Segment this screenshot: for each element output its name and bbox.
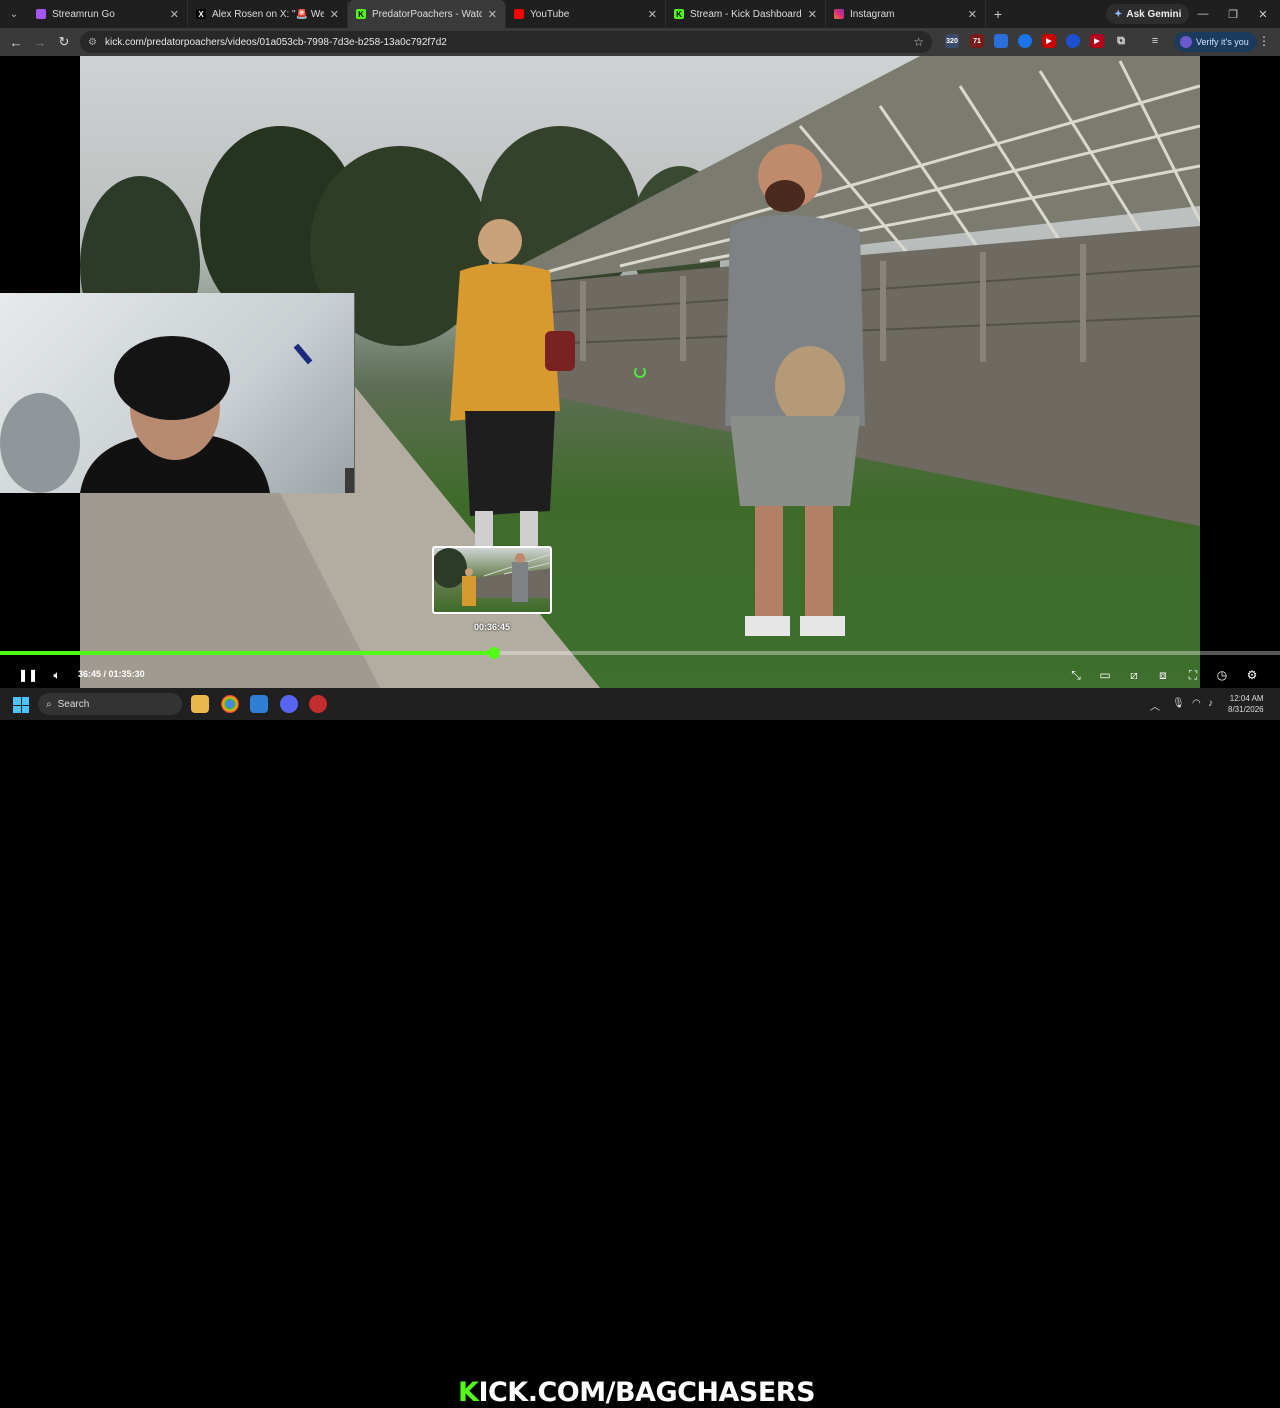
windows-taskbar: ⌕ Search K ICK.COM/BAGCHASERS ︿ 🎙︎ ◠ ♪ 12… [0, 688, 1280, 1408]
seek-handle[interactable] [488, 647, 501, 659]
close-tab-icon[interactable]: ✕ [170, 8, 179, 21]
browser-toolbar: ← → ↻ ⚙ kick.com/predatorpoachers/videos… [0, 28, 1280, 56]
fullscreen-icon[interactable]: ⛶ [1185, 667, 1201, 683]
duration: 01:35:30 [108, 669, 145, 679]
theater-mode-icon[interactable]: ▭ [1097, 667, 1113, 683]
ext-circle-icon[interactable] [1066, 34, 1080, 48]
tab-predatorpoachers[interactable]: K PredatorPoachers - Watch ✕ [348, 0, 506, 28]
miniplayer-icon[interactable]: ⧈ [1155, 667, 1171, 683]
tab-streamrun[interactable]: Streamrun Go ✕ [28, 0, 188, 28]
seek-bar-played [0, 651, 495, 655]
banner-k: K [458, 1377, 479, 1408]
tab-title: Stream - Kick Dashboard [690, 8, 802, 20]
verify-profile-button[interactable]: Verify it's you [1174, 32, 1257, 52]
bookmark-star-icon[interactable]: ☆ [913, 35, 924, 49]
ext-blue-icon[interactable] [1018, 34, 1032, 48]
tab-search-icon[interactable]: ⌄ [0, 0, 28, 28]
seek-preview-thumbnail [432, 546, 552, 614]
streamrun-favicon-icon [36, 9, 46, 19]
minimize-icon[interactable]: — [1188, 0, 1218, 28]
time-separator: / [101, 669, 109, 679]
forward-arrow-icon[interactable]: → [28, 30, 52, 54]
taskbar-search[interactable]: ⌕ Search [38, 693, 182, 715]
instagram-favicon-icon [834, 9, 844, 19]
close-tab-icon[interactable]: ✕ [488, 8, 497, 21]
clock-date: 8/31/2026 [1228, 705, 1264, 714]
youtube-favicon-icon [514, 9, 524, 19]
discord-icon[interactable] [280, 695, 298, 713]
media-queue-icon[interactable]: ≡ [1148, 34, 1162, 48]
ask-gemini-button[interactable]: ✦ Ask Gemini [1106, 4, 1190, 24]
tab-instagram[interactable]: Instagram ✕ [826, 0, 986, 28]
x-favicon-icon: X [196, 9, 206, 19]
clip-icon[interactable]: ⤡ [1068, 667, 1084, 683]
seek-bar[interactable] [0, 647, 1280, 659]
back-arrow-icon[interactable]: ← [4, 30, 28, 54]
current-time: 36:45 [78, 669, 102, 679]
site-info-icon[interactable]: ⚙ [88, 37, 97, 48]
avatar [1180, 36, 1192, 48]
ext-320-icon[interactable]: 320 [945, 34, 959, 48]
tray-overflow-icon[interactable]: ︿ [1150, 698, 1160, 713]
url-text: kick.com/predatorpoachers/videos/01a053c… [104, 36, 447, 48]
system-clock[interactable]: 12:04 AM 8/31/2026 [1228, 693, 1264, 715]
tab-youtube[interactable]: YouTube ✕ [506, 0, 666, 28]
kick-favicon-icon: K [356, 9, 366, 19]
volume-icon[interactable]: 🔈︎ [49, 667, 65, 683]
wifi-icon[interactable]: ◠ [1192, 698, 1201, 709]
close-window-icon[interactable]: ✕ [1248, 0, 1278, 28]
ext-71-icon[interactable]: 71 [970, 34, 984, 48]
ext-shield-icon[interactable] [994, 34, 1008, 48]
close-tab-icon[interactable]: ✕ [648, 8, 657, 21]
playback-speed-icon[interactable]: ◷ [1214, 667, 1230, 683]
banner-text: ICK.COM/BAGCHASERS [478, 1377, 816, 1408]
search-icon: ⌕ [46, 698, 52, 710]
loading-spinner-icon [634, 366, 646, 378]
windows-start-icon[interactable] [13, 697, 29, 713]
person-gray-shirt [725, 144, 865, 636]
tab-kick-dashboard[interactable]: K Stream - Kick Dashboard ✕ [666, 0, 826, 28]
browser-menu-icon[interactable]: ⋮ [1258, 34, 1270, 48]
obs-icon[interactable] [309, 695, 327, 713]
address-bar[interactable]: ⚙ kick.com/predatorpoachers/videos/01a05… [80, 31, 932, 53]
video-player[interactable]: 00:36:45 ❚❚ 🔈︎ 36:45 / 01:35:30 ⤡ ▭ ⧄ ⧈ … [0, 56, 1280, 688]
tab-strip: ⌄ Streamrun Go ✕ X Alex Rosen on X: "🚨 W… [0, 0, 1280, 28]
chrome-icon[interactable] [221, 695, 239, 713]
file-explorer-icon[interactable] [191, 695, 209, 713]
close-tab-icon[interactable]: ✕ [968, 8, 977, 21]
kick-favicon-icon: K [674, 9, 684, 19]
webcam-overlay [0, 293, 355, 493]
gemini-sparkle-icon: ✦ [1114, 8, 1123, 20]
restore-icon[interactable]: ❐ [1218, 0, 1248, 28]
tab-alex-rosen[interactable]: X Alex Rosen on X: "🚨 We're LIVE ✕ [188, 0, 348, 28]
extensions-puzzle-icon[interactable]: ⧉ [1114, 34, 1128, 48]
tab-title: PredatorPoachers - Watch [372, 8, 482, 20]
streamer-webcam-image [0, 336, 354, 493]
ext-red-icon[interactable]: ▶ [1090, 34, 1104, 48]
captions-off-icon[interactable]: ⧄ [1126, 667, 1142, 683]
ext-youtube-icon[interactable]: ▶ [1042, 34, 1056, 48]
verify-label: Verify it's you [1196, 37, 1249, 47]
settings-gear-icon[interactable]: ⚙ [1244, 667, 1260, 683]
tab-title: Instagram [850, 8, 895, 20]
ask-gemini-label: Ask Gemini [1126, 8, 1182, 20]
search-placeholder: Search [57, 698, 90, 710]
player-controls: ❚❚ 🔈︎ 36:45 / 01:35:30 ⤡ ▭ ⧄ ⧈ ⛶ ◷ ⚙ [0, 662, 1280, 688]
tab-title: Streamrun Go [52, 8, 115, 20]
microphone-icon[interactable]: 🎙︎ [1172, 698, 1185, 709]
store-icon[interactable] [250, 695, 268, 713]
reload-icon[interactable]: ↻ [52, 30, 76, 54]
close-tab-icon[interactable]: ✕ [330, 8, 339, 21]
pause-icon[interactable]: ❚❚ [18, 667, 38, 683]
kick-channel-banner: K ICK.COM/BAGCHASERS [458, 1377, 816, 1408]
seek-preview-time: 00:36:45 [473, 622, 511, 632]
clock-time: 12:04 AM [1229, 694, 1264, 703]
speaker-icon[interactable]: ♪ [1208, 698, 1213, 709]
close-tab-icon[interactable]: ✕ [808, 8, 817, 21]
new-tab-button[interactable]: + [986, 6, 1010, 22]
tab-title: YouTube [530, 8, 570, 20]
time-display: 36:45 / 01:35:30 [78, 669, 145, 679]
tab-title: Alex Rosen on X: "🚨 We're LIVE [212, 8, 324, 20]
